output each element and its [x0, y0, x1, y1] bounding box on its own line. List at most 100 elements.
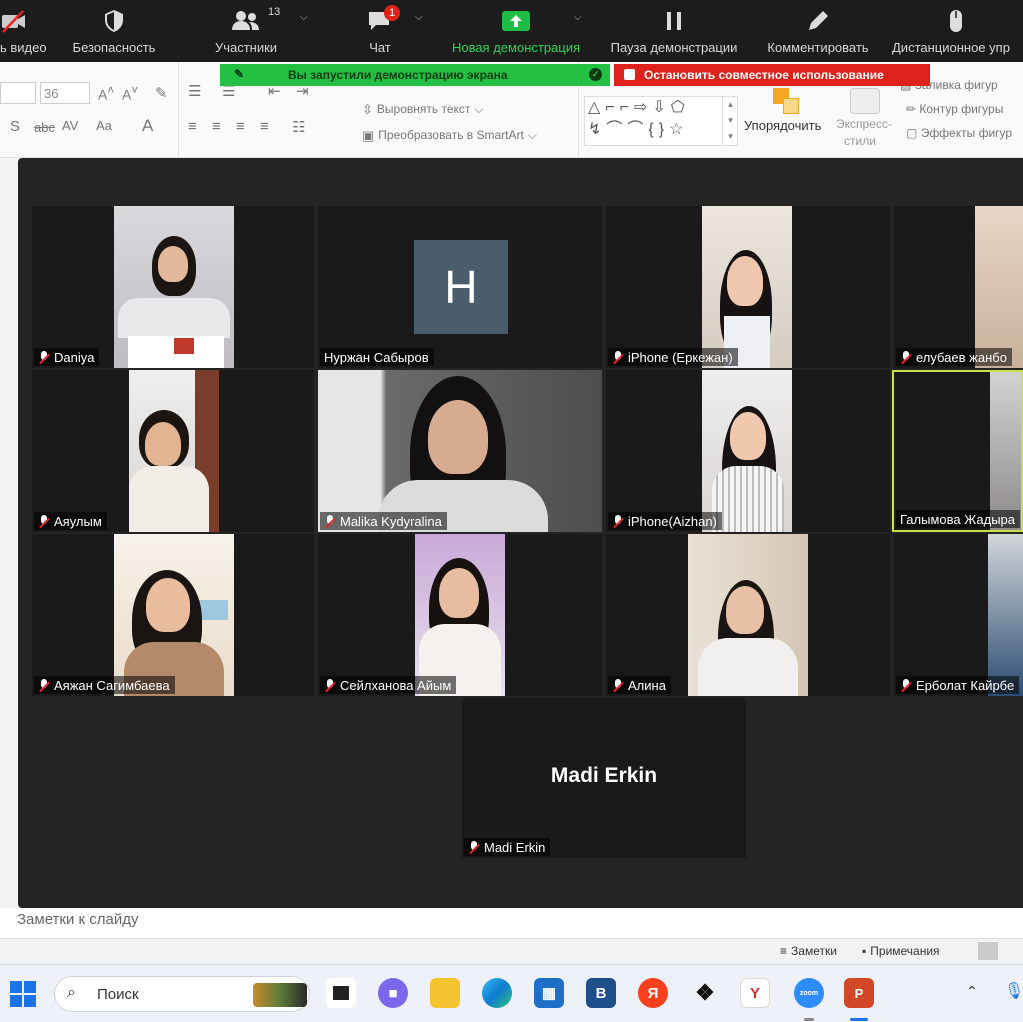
participant-tile[interactable]: Malika Kydyralina	[318, 370, 602, 532]
participant-name-label: Ерболат Кайрбе	[896, 676, 1020, 694]
participant-name-label: iPhone(Aizhan)	[608, 512, 722, 530]
quick-styles-button-line2[interactable]: стили	[844, 134, 876, 148]
strikethrough-button[interactable]: abc	[34, 120, 55, 135]
zoom-running-indicator	[804, 1018, 814, 1021]
chevron-up-icon[interactable]: ⌃	[966, 983, 978, 1000]
windows-start-icon[interactable]	[10, 981, 36, 1007]
font-size-box[interactable]: 36	[40, 82, 90, 104]
shape-effects-button[interactable]: ▢ Эффекты фигур	[906, 126, 1012, 140]
teams-chat-icon[interactable]: ■	[378, 978, 408, 1008]
remote-control-button[interactable]: Дистанционное упр	[888, 0, 1023, 62]
participant-name-label: Галымова Жадыра	[896, 510, 1021, 528]
clear-format-icon[interactable]: ✎	[155, 84, 168, 102]
annotate-button[interactable]: Комментировать	[758, 0, 878, 62]
participant-name-label: Daniya	[34, 348, 100, 366]
app-b-icon[interactable]: B	[586, 978, 616, 1008]
justify-icon[interactable]: ≡	[260, 118, 269, 135]
font-name-box[interactable]	[0, 82, 36, 104]
participant-tile[interactable]: Daniya	[32, 206, 314, 368]
comments-toggle-button[interactable]: ▪ Примечания	[862, 944, 940, 958]
arrange-icon	[773, 88, 801, 116]
change-case-button[interactable]: Aa	[96, 118, 112, 133]
mic-muted-icon	[38, 514, 50, 529]
convert-smartart-button[interactable]: ▣ Преобразовать в SmartArt ⌵	[362, 128, 537, 144]
powerpoint-active-indicator	[850, 1018, 868, 1021]
pause-share-button[interactable]: Пауза демонстрации	[600, 0, 748, 62]
dropbox-icon[interactable]: ❖	[690, 978, 720, 1008]
font-color-button[interactable]: A	[142, 116, 153, 136]
mic-muted-icon	[612, 350, 624, 365]
quick-styles-button-line1[interactable]: Экспресс-	[836, 117, 892, 131]
share-chevron-icon[interactable]: ⌵	[574, 12, 582, 23]
participant-tile[interactable]: Алина	[606, 534, 890, 696]
task-view-icon[interactable]	[326, 978, 356, 1008]
char-spacing-button[interactable]: AV	[62, 118, 78, 133]
participant-name-label: Аяулым	[34, 512, 107, 530]
security-button[interactable]: Безопасность	[64, 0, 164, 62]
yandex-browser-icon[interactable]: Я	[638, 978, 668, 1008]
participant-tile-active-speaker[interactable]: Галымова Жадыра	[892, 370, 1023, 532]
microsoft-store-icon[interactable]: ▦	[534, 978, 564, 1008]
participant-tile[interactable]: Сейлханова Айым	[318, 534, 602, 696]
stop-video-button[interactable]: ь видео	[0, 0, 58, 62]
mic-muted-icon	[38, 678, 50, 693]
microphone-icon[interactable]: 🎙	[1004, 981, 1023, 1001]
align-right-icon[interactable]: ≡	[236, 118, 245, 135]
participant-name-label: Madi Erkin	[464, 838, 551, 856]
smartart-icon: ▣	[362, 128, 375, 143]
mic-muted-icon	[468, 840, 480, 855]
participant-name-label: Аяжан Сагимбаева	[34, 676, 175, 694]
participants-button[interactable]: 13 Участники	[200, 0, 292, 62]
comment-icon: ▪	[862, 944, 867, 958]
mic-muted-icon	[612, 514, 624, 529]
participant-name-label: Нуржан Сабыров	[320, 348, 434, 366]
shapes-scroll[interactable]: ▴ ▾ ▾	[722, 96, 738, 146]
participant-tile[interactable]: H Нуржан Сабыров	[318, 206, 602, 368]
ribbon-divider	[178, 62, 179, 158]
shapes-gallery[interactable]: △⌐⌐⇨⇩⬠ ↯⌒⌒{}☆	[584, 96, 738, 146]
normal-view-button[interactable]	[978, 942, 998, 960]
participants-chevron-icon[interactable]: ⌵	[300, 12, 308, 23]
participant-tile[interactable]: елубаев жанбо	[894, 206, 1023, 368]
participant-video	[990, 372, 1021, 530]
participant-video	[702, 206, 792, 368]
zoom-app-icon[interactable]: zoom	[794, 978, 824, 1008]
zoom-gallery-view: Daniya H Нуржан Сабыров iPhone (Еркежан)…	[18, 158, 1023, 908]
powerpoint-app-icon[interactable]: P	[844, 978, 874, 1008]
notes-toggle-button[interactable]: ≡ Заметки	[780, 944, 837, 958]
slide-notes-pane[interactable]: Заметки к слайду	[0, 908, 1023, 938]
zoom-toolbar: ь видео Безопасность 13 Участники ⌵ 1 Ча…	[0, 0, 1023, 62]
taskbar-search-box[interactable]: ⌕ Поиск	[54, 976, 310, 1012]
chat-chevron-icon[interactable]: ⌵	[415, 12, 423, 23]
participant-tile[interactable]: Ерболат Кайрбе	[894, 534, 1023, 696]
columns-icon[interactable]: ☷	[292, 118, 305, 136]
participant-tile[interactable]: Аяулым	[32, 370, 314, 532]
edge-browser-icon[interactable]	[482, 978, 512, 1008]
bullets-icon[interactable]: ☰	[188, 82, 201, 100]
pencil-icon	[809, 11, 828, 30]
participant-tile[interactable]: Madi Erkin Madi Erkin	[462, 698, 746, 858]
align-text-button[interactable]: ⇳ Выровнять текст ⌵	[362, 102, 484, 118]
grow-font-button[interactable]: A˄	[98, 84, 114, 103]
participant-tile[interactable]: Аяжан Сагимбаева	[32, 534, 314, 696]
yandex-icon[interactable]: Y	[740, 978, 770, 1008]
arrange-button[interactable]: Упорядочить	[744, 118, 821, 133]
participant-name-label: елубаев жанбо	[896, 348, 1012, 366]
participant-video	[702, 370, 792, 532]
align-center-icon[interactable]: ≡	[212, 118, 221, 135]
participant-tile[interactable]: iPhone(Aizhan)	[606, 370, 890, 532]
windows-taskbar: ⌕ Поиск ■ ▦ B Я ❖ Y zoom P ⌃ 🎙	[0, 964, 1023, 1022]
align-left-icon[interactable]: ≡	[188, 118, 197, 135]
participant-video	[114, 206, 234, 368]
mic-muted-icon	[612, 678, 624, 693]
chat-button[interactable]: 1 Чат	[350, 0, 410, 62]
participant-video	[114, 534, 234, 696]
file-explorer-icon[interactable]	[430, 978, 460, 1008]
align-text-icon: ⇳	[362, 102, 373, 117]
shape-outline-button[interactable]: ✏ Контур фигуры	[906, 102, 1003, 116]
shrink-font-button[interactable]: A˅	[122, 84, 138, 103]
participant-tile[interactable]: iPhone (Еркежан)	[606, 206, 890, 368]
shadow-text-button[interactable]: S	[10, 118, 20, 135]
new-share-button[interactable]: Новая демонстрация	[442, 0, 590, 62]
stop-share-button[interactable]: Остановить совместное использование	[614, 64, 930, 86]
